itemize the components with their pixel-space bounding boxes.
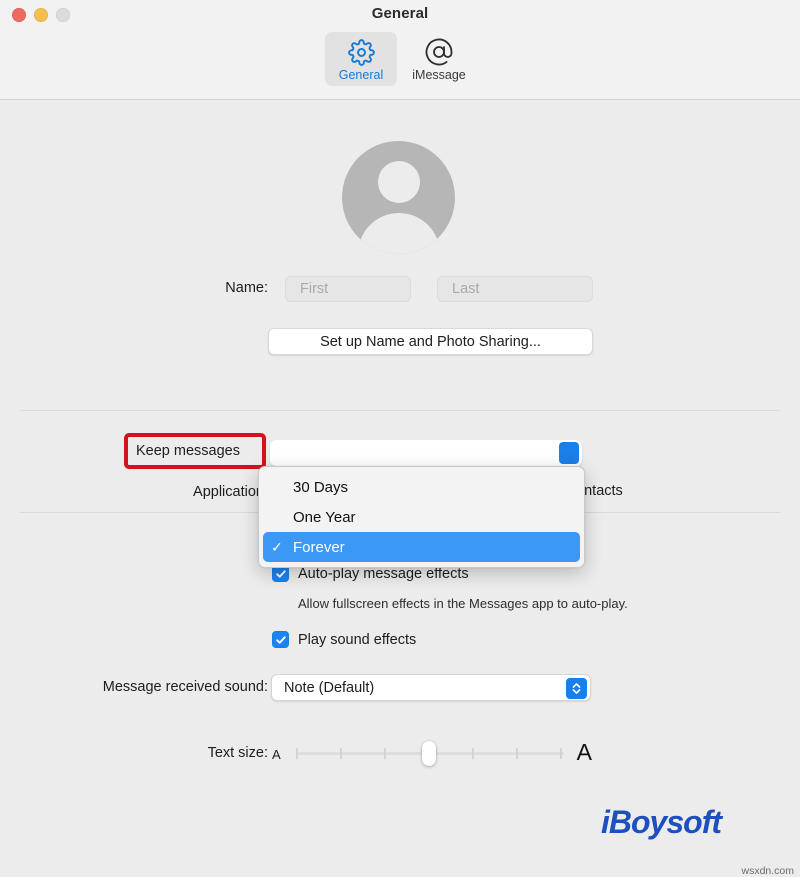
menu-check-icon: ✓: [271, 479, 293, 496]
slider-tick: [516, 748, 518, 759]
checkbox-label: Play sound effects: [298, 631, 417, 648]
menu-item-forever[interactable]: ✓ Forever: [263, 532, 580, 562]
message-sound-popup-button[interactable]: Note (Default): [271, 674, 591, 701]
name-label: Name:: [225, 280, 268, 296]
toolbar-tabs: General iMessage: [0, 32, 800, 86]
tab-imessage[interactable]: iMessage: [403, 32, 475, 86]
person-placeholder-icon: [377, 161, 420, 203]
preferences-window: General General iMessage Name: First Las…: [0, 0, 800, 877]
menu-item-one-year[interactable]: ✓ One Year: [263, 502, 580, 532]
keep-messages-menu: ✓ 30 Days ✓ One Year ✓ Forever: [258, 466, 585, 568]
checkmark-icon[interactable]: [272, 631, 289, 648]
checkbox-row-sound-effects[interactable]: Play sound effects: [272, 631, 416, 648]
large-a-label: A: [576, 739, 592, 765]
menu-check-icon: ✓: [271, 509, 293, 526]
slider-tick: [384, 748, 386, 759]
slider-tick: [472, 748, 474, 759]
tab-imessage-label: iMessage: [412, 68, 466, 82]
message-sound-label: Message received sound:: [102, 679, 268, 695]
keep-messages-highlight: Keep messages: [124, 433, 266, 469]
menu-item-label: Forever: [293, 538, 345, 556]
message-sound-value: Note (Default): [284, 679, 375, 696]
watermark-brand: iBoysoft: [601, 804, 722, 840]
first-name-field[interactable]: First: [285, 276, 411, 302]
slider-tick: [340, 748, 342, 759]
tab-general[interactable]: General: [325, 32, 397, 86]
avatar[interactable]: [342, 141, 455, 254]
window-titlebar: General General iMessage: [0, 0, 800, 100]
slider-tick: [560, 748, 562, 759]
keep-messages-label: Keep messages: [136, 443, 240, 459]
slider-knob[interactable]: [422, 741, 436, 766]
gear-icon: [347, 37, 375, 67]
at-icon: [424, 37, 454, 67]
keep-messages-popup-button[interactable]: [270, 440, 582, 466]
application-label: Application:: [193, 484, 268, 500]
chevron-up-down-icon: [559, 442, 579, 464]
text-size-label: Text size:: [207, 745, 268, 761]
menu-check-icon: ✓: [271, 538, 283, 555]
small-a-label: A: [272, 747, 281, 762]
window-title: General: [371, 5, 429, 22]
menu-item-30-days[interactable]: ✓ 30 Days: [263, 472, 580, 502]
section-divider-top: [20, 410, 780, 411]
slider-tick: [296, 748, 298, 759]
set-up-name-photo-sharing-button[interactable]: Set up Name and Photo Sharing...: [268, 328, 593, 355]
preferences-content: Name: First Last Set up Name and Photo S…: [0, 100, 800, 877]
watermark-site: wsxdn.com: [741, 865, 794, 877]
auto-play-note: Allow fullscreen effects in the Messages…: [298, 596, 628, 611]
last-name-field[interactable]: Last: [437, 276, 593, 302]
text-size-slider[interactable]: A A: [272, 738, 592, 768]
menu-item-label: One Year: [293, 508, 356, 526]
tab-general-label: General: [338, 68, 384, 82]
menu-item-label: 30 Days: [293, 478, 349, 496]
chevron-up-down-icon: [566, 677, 587, 699]
avatar-body-shape: [357, 213, 440, 254]
